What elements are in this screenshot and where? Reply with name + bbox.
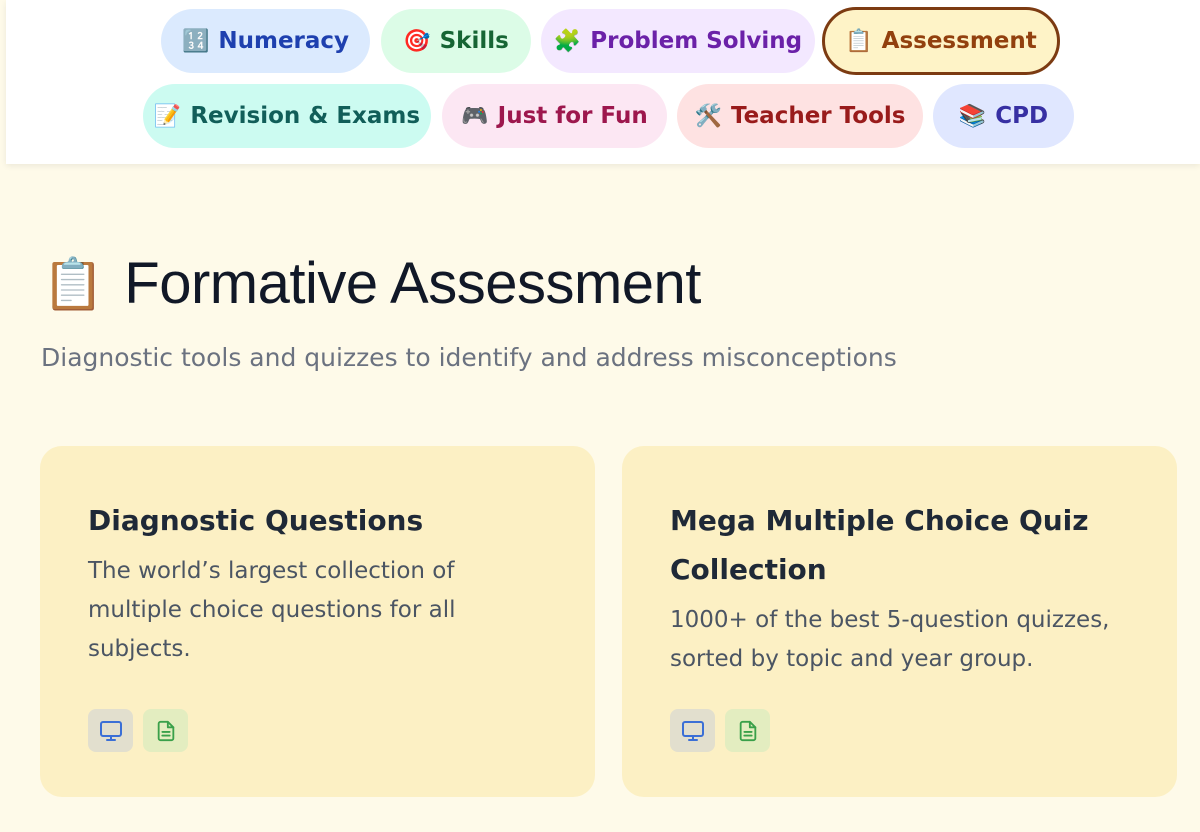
puzzle-icon: 🧩 [553,28,582,54]
resource-card-diagnostic-questions[interactable]: Diagnostic Questions The world’s largest… [40,446,595,797]
gamepad-icon: 🎮 [461,103,489,129]
nav-pill-label: Teacher Tools [730,103,906,129]
resource-card-mega-mcq-collection[interactable]: Mega Multiple Choice Quiz Collection 100… [622,446,1177,797]
nav-pill-assessment[interactable]: 📋 Assessment [822,7,1060,75]
format-badges [670,709,770,752]
nav-pill-label: Numeracy [218,28,350,54]
numbers-icon: 🔢 [181,28,210,54]
nav-pill-label: Just for Fun [497,103,648,129]
nav-pill-label: CPD [995,103,1049,129]
nav-pill-skills[interactable]: 🎯 Skills [381,9,531,73]
nav-pill-label: Assessment [881,28,1037,54]
nav-pill-just-for-fun[interactable]: 🎮 Just for Fun [442,84,667,148]
card-description: The world’s largest collection of multip… [88,558,456,662]
nav-pill-label: Problem Solving [590,28,803,54]
card-description: 1000+ of the best 5-question quizzes, so… [670,607,1110,672]
card-title[interactable]: Mega Multiple Choice Quiz Collection [670,496,1140,594]
document-icon [725,709,770,752]
card-title[interactable]: Diagnostic Questions [88,496,558,545]
target-icon: 🎯 [403,28,431,54]
section-title: Formative Assessment [124,251,701,316]
section-heading: 📋 Formative Assessment [42,250,701,317]
monitor-icon [88,709,133,752]
document-icon [143,709,188,752]
books-icon: 📚 [958,103,987,129]
monitor-icon [670,709,715,752]
nav-pill-label: Skills [439,28,509,54]
nav-pill-revision-exams[interactable]: 📝 Revision & Exams [143,84,431,148]
tools-icon: 🛠️ [694,103,722,129]
clipboard-icon: 📋 [42,255,105,312]
memo-icon: 📝 [153,103,182,129]
format-badges [88,709,188,752]
nav-pill-problem-solving[interactable]: 🧩 Problem Solving [541,9,815,73]
nav-pill-label: Revision & Exams [190,103,421,129]
nav-pill-numeracy[interactable]: 🔢 Numeracy [161,9,370,73]
nav-pill-teacher-tools[interactable]: 🛠️ Teacher Tools [677,84,923,148]
clipboard-icon: 📋 [845,28,873,54]
nav-pill-cpd[interactable]: 📚 CPD [933,84,1074,148]
section-subtitle: Diagnostic tools and quizzes to identify… [41,343,897,372]
